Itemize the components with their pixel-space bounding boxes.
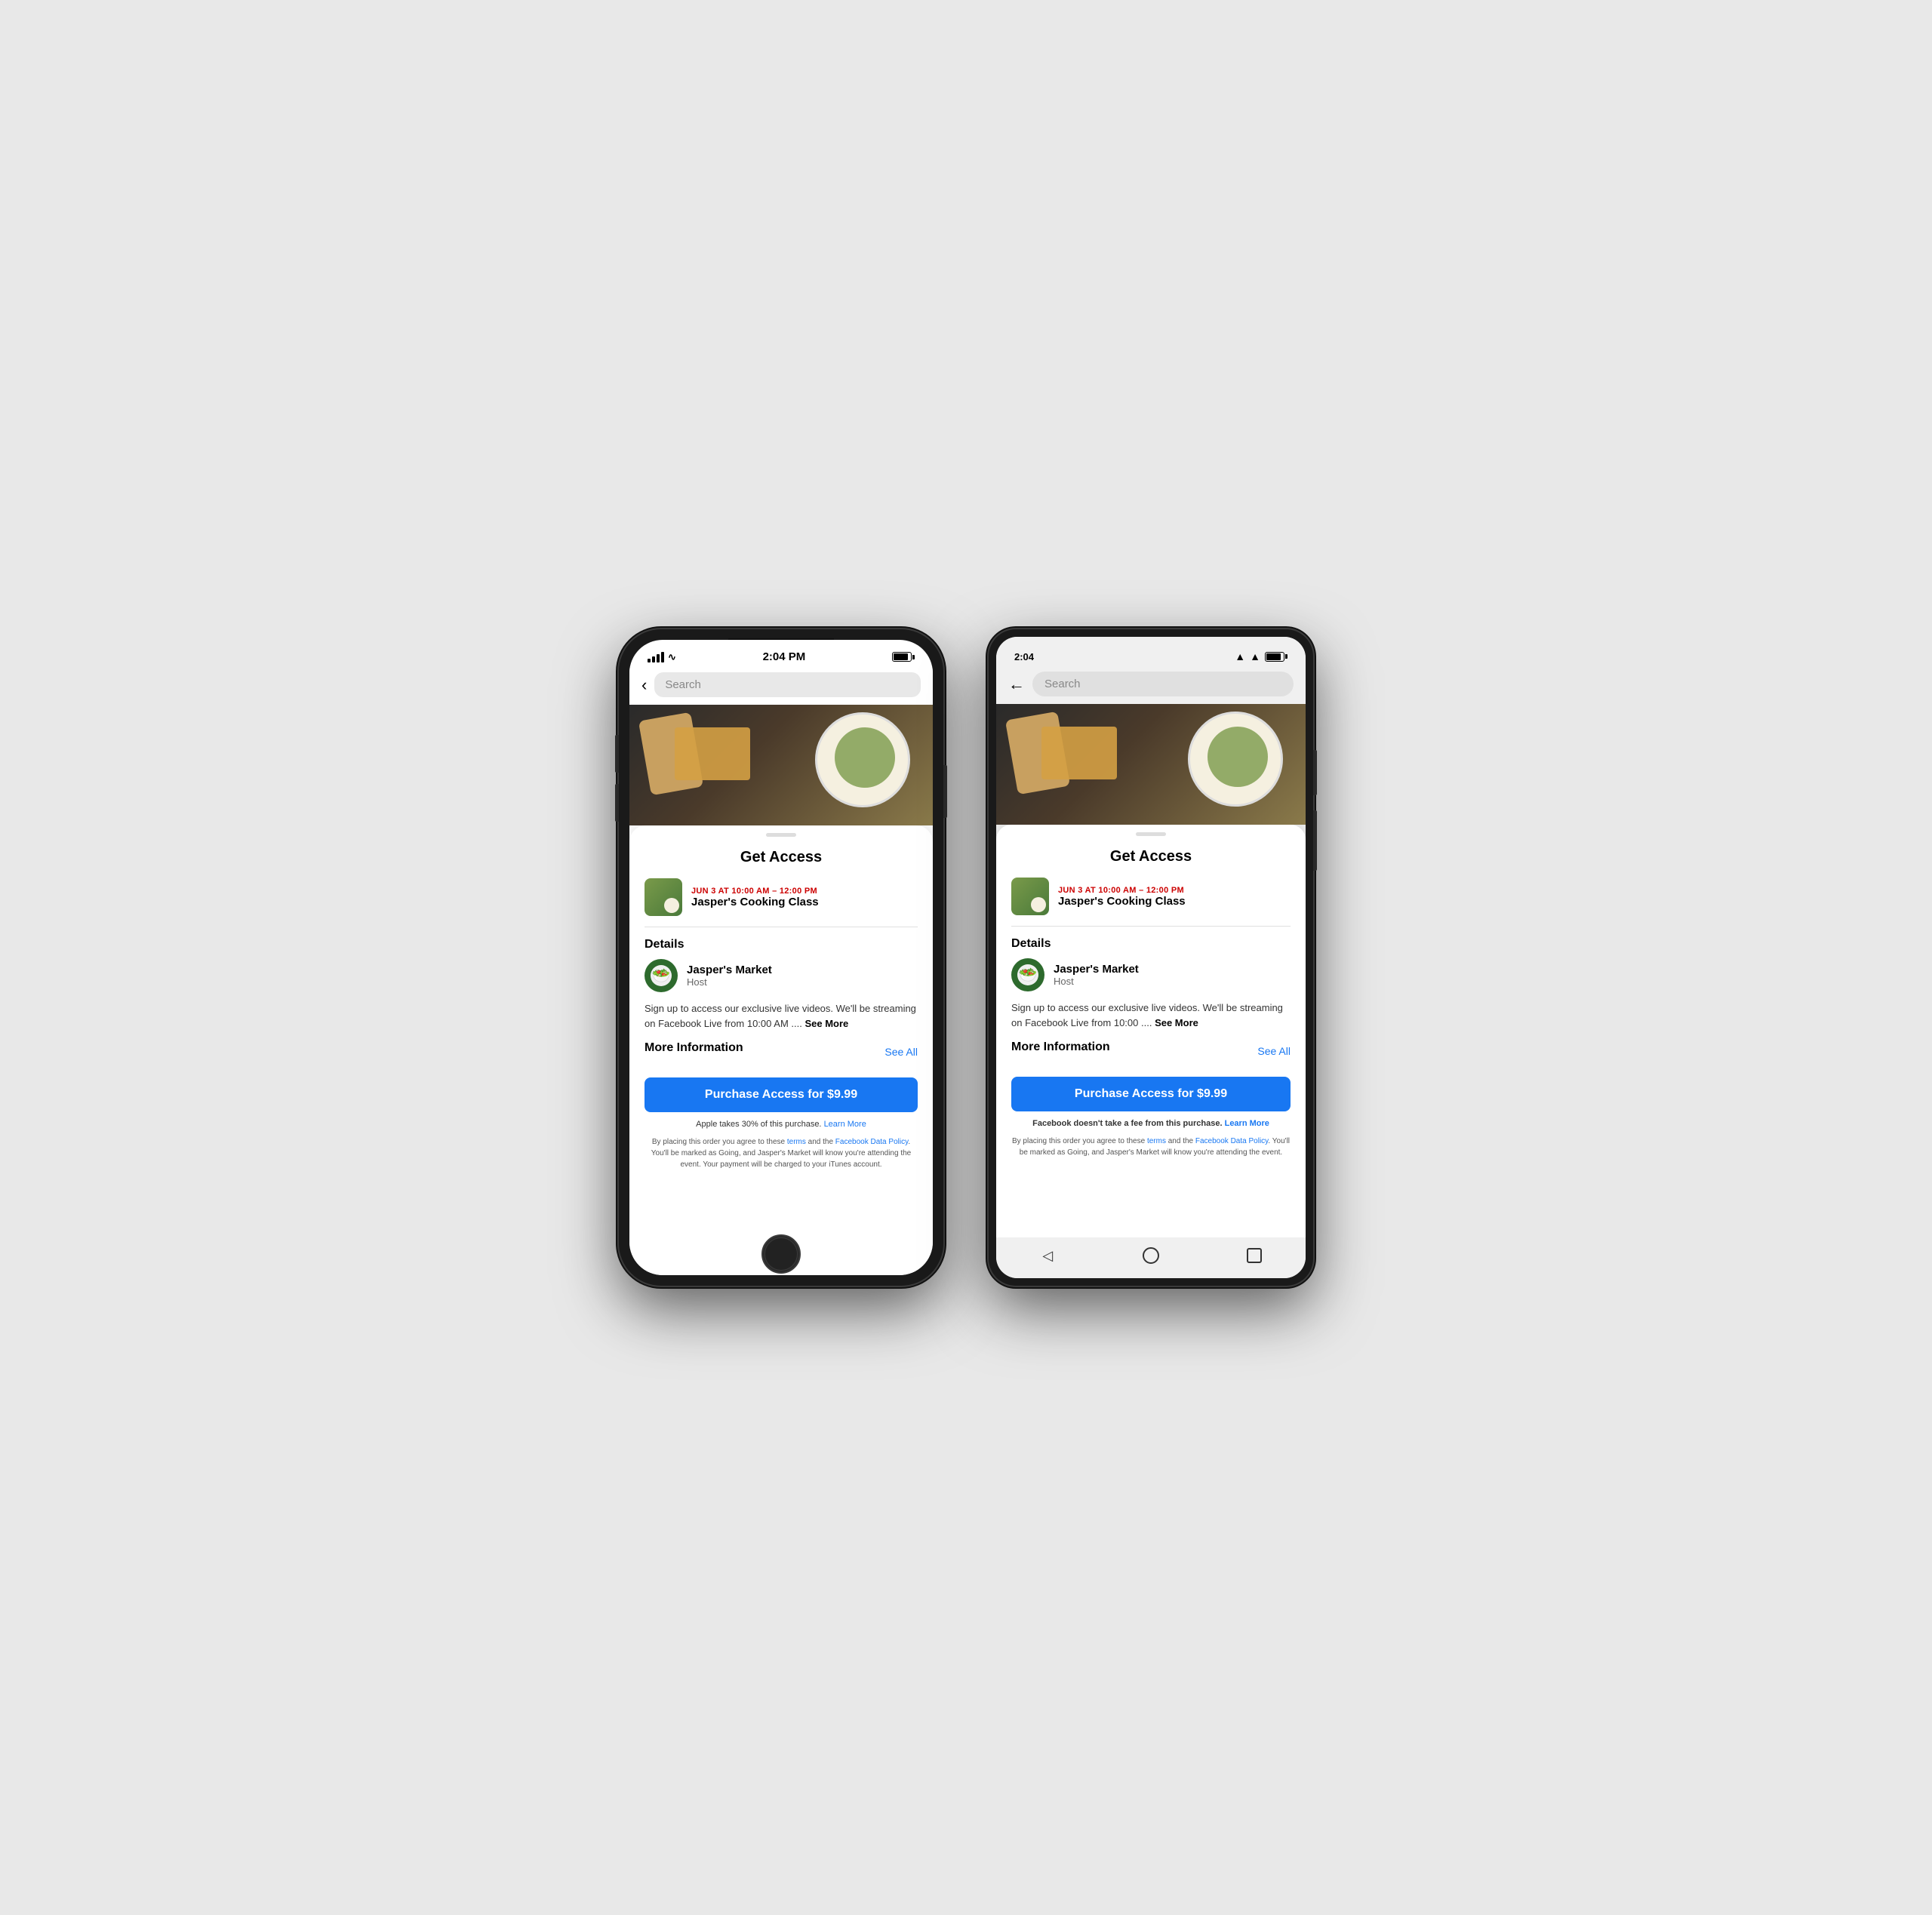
android-signal-icon: ▲ [1250, 650, 1260, 662]
more-info-row: More Information See All [645, 1041, 918, 1065]
home-nav-icon [1143, 1247, 1159, 1264]
android-event-row: JUN 3 AT 10:00 AM – 12:00 PM Jasper's Co… [1011, 878, 1291, 927]
terms-text: By placing this order you agree to these… [645, 1136, 918, 1170]
search-input[interactable]: Search [654, 672, 921, 697]
sheet-title: Get Access [645, 849, 918, 866]
home-button[interactable] [761, 1234, 801, 1274]
back-nav-icon: ◁ [1042, 1248, 1053, 1264]
android-details-label: Details [1011, 937, 1291, 951]
ios-status-left: ∿ [648, 651, 676, 663]
android-event-info: JUN 3 AT 10:00 AM – 12:00 PM Jasper's Co… [1058, 886, 1291, 908]
android-search-input[interactable]: Search [1032, 672, 1294, 696]
android-screen: 2:04 ▲ ▲ ← Search [996, 637, 1306, 1278]
android-food-image [996, 704, 1306, 825]
host-role: Host [687, 976, 772, 988]
ios-status-bar: ∿ 2:04 PM [629, 640, 933, 668]
android-see-more-link[interactable]: See More [1155, 1017, 1198, 1028]
iphone-screen: ∿ 2:04 PM ‹ Search [629, 640, 933, 1275]
drag-handle [766, 833, 796, 837]
battery-icon [892, 652, 915, 662]
android-battery-icon [1265, 652, 1287, 662]
fb-fee-notice: Facebook doesn't take a fee from this pu… [1011, 1119, 1291, 1128]
android-host-avatar [1011, 958, 1044, 991]
event-name: Jasper's Cooking Class [691, 896, 918, 908]
terms-link[interactable]: terms [787, 1138, 806, 1146]
android-status-right: ▲ ▲ [1235, 650, 1287, 662]
event-row: JUN 3 AT 10:00 AM – 12:00 PM Jasper's Co… [645, 878, 918, 927]
event-info: JUN 3 AT 10:00 AM – 12:00 PM Jasper's Co… [691, 887, 918, 908]
android-event-date: JUN 3 AT 10:00 AM – 12:00 PM [1058, 886, 1291, 895]
android-more-info-row: More Information See All [1011, 1040, 1291, 1065]
vol-up-button [615, 735, 619, 773]
more-info-label: More Information [645, 1041, 743, 1055]
phones-container: ∿ 2:04 PM ‹ Search [619, 629, 1313, 1286]
ios-status-right [892, 652, 915, 662]
android-nav-bar: ◁ [996, 1237, 1306, 1278]
iphone-wrapper: ∿ 2:04 PM ‹ Search [619, 629, 943, 1286]
android-wrapper: 2:04 ▲ ▲ ← Search [989, 629, 1313, 1286]
android-event-name: Jasper's Cooking Class [1058, 895, 1291, 908]
signal-bars [648, 652, 664, 662]
android-event-thumbnail [1011, 878, 1049, 915]
apple-fee-notice: Apple takes 30% of this purchase. Learn … [645, 1120, 918, 1129]
learn-more-link[interactable]: Learn More [824, 1120, 866, 1129]
android-host-name: Jasper's Market [1054, 963, 1139, 976]
food-image [629, 705, 933, 825]
android-description: Sign up to access our exclusive live vid… [1011, 1001, 1291, 1030]
android-terms-text: By placing this order you agree to these… [1011, 1136, 1291, 1158]
description: Sign up to access our exclusive live vid… [645, 1001, 918, 1031]
android-see-all-link[interactable]: See All [1257, 1045, 1291, 1057]
ios-search-bar: ‹ Search [629, 668, 933, 705]
see-all-link[interactable]: See All [884, 1046, 918, 1058]
iphone-bottom-sheet[interactable]: Get Access JUN 3 AT 10:00 AM – 12:00 PM … [629, 825, 933, 1275]
details-label: Details [645, 938, 918, 951]
fb-policy-link[interactable]: Facebook Data Policy [835, 1138, 909, 1146]
host-row: Jasper's Market Host [645, 959, 918, 992]
event-date: JUN 3 AT 10:00 AM – 12:00 PM [691, 887, 918, 896]
android-bottom-sheet[interactable]: Get Access JUN 3 AT 10:00 AM – 12:00 PM … [996, 825, 1306, 1237]
see-more-link[interactable]: See More [804, 1018, 848, 1029]
back-button[interactable]: ‹ [641, 675, 647, 695]
android-time: 2:04 [1014, 651, 1034, 662]
android-status-bar: 2:04 ▲ ▲ [996, 637, 1306, 667]
purchase-button[interactable]: Purchase Access for $9.99 [645, 1077, 918, 1112]
host-name: Jasper's Market [687, 964, 772, 976]
chips [675, 727, 750, 780]
android-back-button[interactable]: ← [1008, 675, 1025, 694]
vol-down-button [615, 784, 619, 822]
wifi-icon: ∿ [668, 651, 676, 663]
android-drag-handle [1136, 832, 1166, 836]
android-search-bar: ← Search [996, 667, 1306, 704]
android-recent-nav[interactable] [1244, 1245, 1265, 1266]
android-fb-policy-link[interactable]: Facebook Data Policy [1195, 1137, 1269, 1145]
android-learn-more-link[interactable]: Learn More [1225, 1119, 1269, 1128]
android-power-button [1313, 750, 1317, 795]
android-host-role: Host [1054, 976, 1139, 987]
android-sheet-title: Get Access [1011, 848, 1291, 865]
android-more-info-label: More Information [1011, 1040, 1110, 1054]
host-info: Jasper's Market Host [687, 964, 772, 988]
android-host-row: Jasper's Market Host [1011, 958, 1291, 991]
android-vol-button [1313, 810, 1317, 871]
android-chips [1041, 727, 1117, 779]
ios-time: 2:04 PM [763, 650, 806, 663]
android-wifi-icon: ▲ [1235, 650, 1245, 662]
android-terms-link[interactable]: terms [1147, 1137, 1166, 1145]
android-host-info: Jasper's Market Host [1054, 963, 1139, 987]
android-purchase-button[interactable]: Purchase Access for $9.99 [1011, 1077, 1291, 1111]
event-thumbnail [645, 878, 682, 916]
android-home-nav[interactable] [1140, 1245, 1161, 1266]
android-back-nav[interactable]: ◁ [1037, 1245, 1058, 1266]
host-avatar [645, 959, 678, 992]
recent-nav-icon [1247, 1248, 1262, 1263]
power-button [943, 765, 947, 818]
